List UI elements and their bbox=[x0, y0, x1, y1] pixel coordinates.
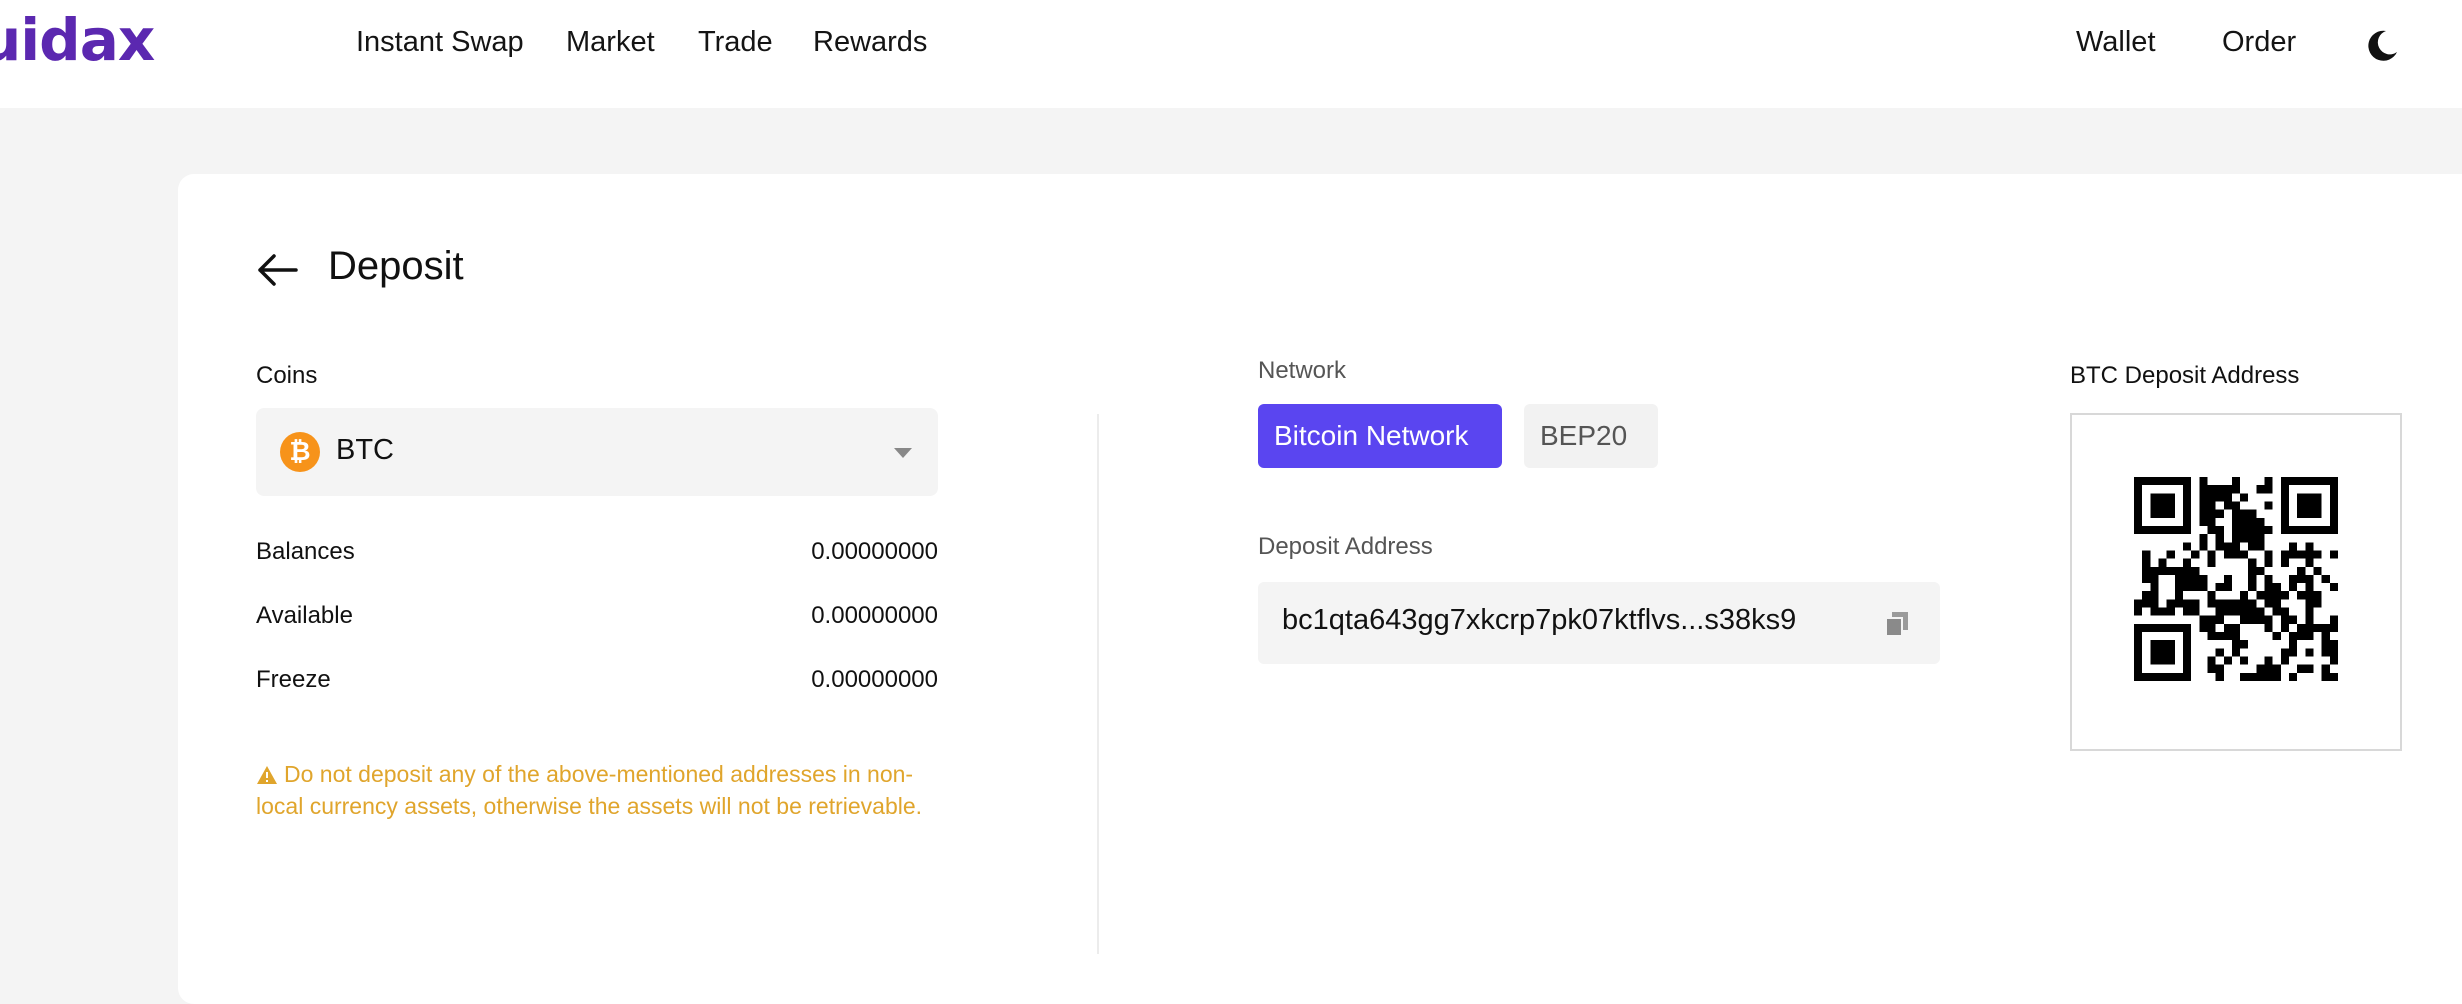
balances-label: Balances bbox=[256, 538, 355, 565]
freeze-value: 0.00000000 bbox=[811, 666, 938, 693]
network-option-bitcoin[interactable]: Bitcoin Network bbox=[1258, 404, 1502, 468]
logo[interactable]: uidax bbox=[0, 6, 155, 74]
available-value: 0.00000000 bbox=[811, 602, 938, 629]
warning-icon bbox=[257, 766, 277, 784]
deposit-address-label: Deposit Address bbox=[1258, 533, 1433, 560]
page-title: Deposit bbox=[328, 244, 464, 288]
deposit-warning: Do not deposit any of the above-mentione… bbox=[256, 758, 956, 822]
network-label: Network bbox=[1258, 357, 1347, 384]
nav-item-rewards[interactable]: Rewards bbox=[813, 26, 927, 59]
nav-item-trade[interactable]: Trade bbox=[698, 26, 773, 59]
deposit-address-value[interactable]: bc1qta643gg7xkcrp7pk07ktflvs...s38ks9 bbox=[1282, 604, 1796, 637]
column-divider bbox=[1097, 414, 1099, 954]
available-label: Available bbox=[256, 602, 353, 629]
network-option-bep20[interactable]: BEP20 bbox=[1524, 404, 1658, 468]
qr-title: BTC Deposit Address bbox=[2070, 362, 2300, 389]
coin-select[interactable]: ₿ BTC bbox=[256, 408, 938, 496]
bitcoin-icon: ₿ bbox=[280, 432, 320, 472]
top-header: uidax Instant Swap Market Trade Rewards … bbox=[0, 0, 2462, 108]
nav-item-wallet[interactable]: Wallet bbox=[2076, 26, 2156, 59]
chevron-down-icon bbox=[894, 448, 912, 458]
arrow-left-icon[interactable] bbox=[256, 252, 298, 288]
warning-text: Do not deposit any of the above-mentione… bbox=[256, 761, 923, 819]
deposit-address-field[interactable]: bc1qta643gg7xkcrp7pk07ktflvs...s38ks9 bbox=[1258, 582, 1940, 664]
coin-selected-value: BTC bbox=[336, 434, 394, 466]
moon-icon[interactable] bbox=[2364, 28, 2400, 64]
coins-label: Coins bbox=[256, 362, 318, 389]
nav-item-market[interactable]: Market bbox=[566, 26, 655, 59]
nav-item-order[interactable]: Order bbox=[2222, 26, 2296, 59]
qr-code-frame bbox=[2070, 413, 2402, 751]
copy-icon[interactable] bbox=[1884, 610, 1910, 638]
qr-code bbox=[2134, 477, 2338, 681]
nav-item-instant-swap[interactable]: Instant Swap bbox=[356, 26, 524, 59]
freeze-label: Freeze bbox=[256, 666, 331, 693]
balances-value: 0.00000000 bbox=[811, 538, 938, 565]
